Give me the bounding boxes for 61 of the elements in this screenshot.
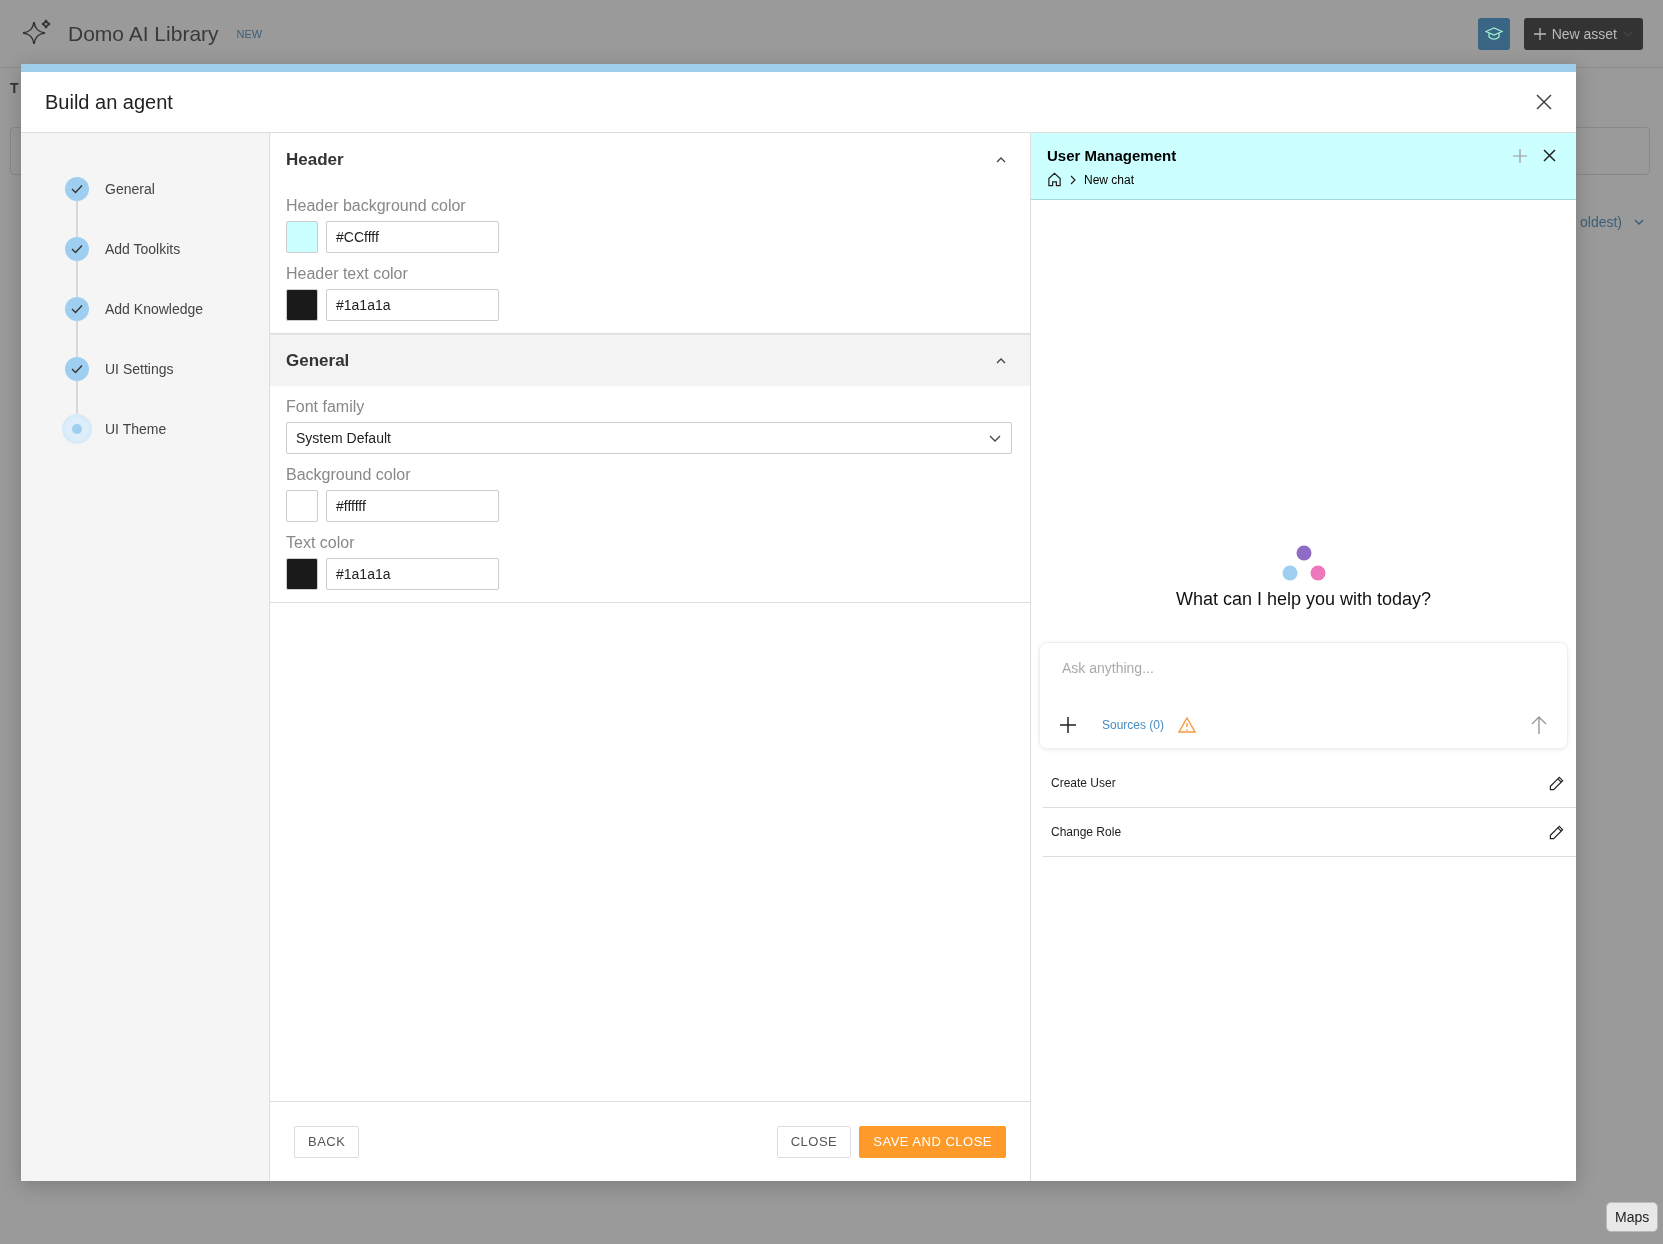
check-icon: [71, 364, 83, 374]
field-label: Header text color: [286, 265, 409, 283]
step-label[interactable]: UI Theme: [105, 421, 167, 437]
field-label: Background color: [286, 466, 412, 484]
home-icon: [1047, 172, 1062, 187]
check-icon: [71, 244, 83, 254]
prompt-item[interactable]: Create User: [1043, 759, 1576, 808]
home-button[interactable]: [1047, 172, 1062, 187]
add-button[interactable]: [1060, 717, 1076, 733]
color-input[interactable]: #1a1a1a: [326, 558, 499, 590]
close-button[interactable]: [1536, 94, 1552, 110]
chevron-right-icon: [1070, 174, 1076, 185]
app-title: Domo AI Library: [68, 21, 219, 46]
new-label: NEW: [236, 27, 263, 40]
background-tab[interactable]: T: [10, 80, 19, 96]
color-input[interactable]: #CCffff: [326, 221, 499, 253]
new-asset-button[interactable]: New asset: [1523, 17, 1643, 50]
plus-icon: [1533, 27, 1546, 40]
assistant-logo-icon: [1280, 545, 1327, 583]
field-label: Header background color: [286, 197, 467, 215]
back-button[interactable]: BACK: [294, 1125, 360, 1158]
field-label: Text color: [286, 534, 356, 552]
section-header[interactable]: General: [270, 334, 1030, 386]
pencil-icon: [1549, 824, 1564, 840]
step-label[interactable]: Add Toolkits: [105, 241, 181, 257]
check-icon: [71, 184, 83, 194]
dialog-title: Build an agent: [45, 90, 173, 114]
arrow-up-icon: [1531, 716, 1547, 734]
chevron-down-icon: [1634, 219, 1645, 225]
send-button[interactable]: [1531, 716, 1547, 734]
plus-icon: [1060, 717, 1076, 733]
learning-button[interactable]: [1477, 17, 1510, 50]
font-family-select[interactable]: System Default: [286, 422, 1012, 454]
prompt-item[interactable]: Change Role: [1043, 808, 1576, 857]
chevron-up-icon: [996, 156, 1006, 163]
check-icon: [71, 304, 83, 314]
warning-icon: [1178, 717, 1197, 733]
breadcrumb[interactable]: New chat: [1084, 172, 1135, 187]
close-icon: [1543, 148, 1556, 162]
sources-link[interactable]: Sources (0): [1102, 718, 1165, 732]
graduation-cap-icon: [1484, 26, 1503, 41]
color-swatch[interactable]: [286, 221, 318, 253]
color-swatch[interactable]: [286, 289, 318, 321]
step-label[interactable]: UI Settings: [105, 361, 174, 377]
close-chat-button[interactable]: [1543, 148, 1556, 163]
plus-icon: [1513, 148, 1527, 163]
chevron-down-icon: [989, 434, 1001, 442]
tooltip: Maps: [1606, 1202, 1659, 1232]
step-label[interactable]: General: [105, 181, 155, 197]
close-dialog-button[interactable]: CLOSE: [776, 1125, 852, 1158]
color-swatch[interactable]: [286, 558, 318, 590]
greeting-text: What can I help you with today?: [1174, 589, 1433, 610]
step-label[interactable]: Add Knowledge: [105, 301, 204, 317]
color-swatch[interactable]: [286, 490, 318, 522]
close-icon: [1536, 94, 1552, 110]
color-input[interactable]: #ffffff: [326, 490, 499, 522]
chat-title: User Management: [1047, 147, 1177, 164]
chevron-up-icon: [996, 357, 1006, 364]
color-input[interactable]: #1a1a1a: [326, 289, 499, 321]
field-label: Font family: [286, 398, 366, 416]
pencil-icon: [1549, 775, 1564, 791]
